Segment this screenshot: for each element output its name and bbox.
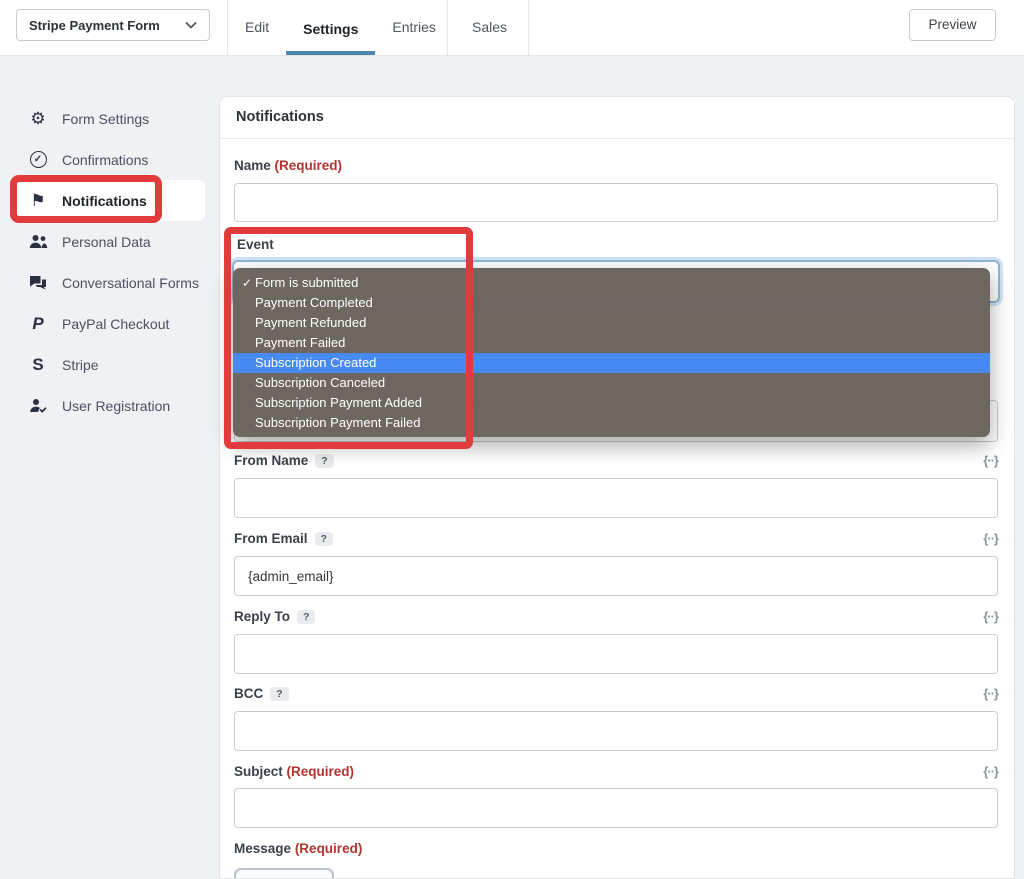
panel-title: Notifications xyxy=(236,109,324,125)
dropdown-option-payment-failed[interactable]: Payment Failed xyxy=(233,333,990,353)
dropdown-option-payment-completed[interactable]: Payment Completed xyxy=(233,293,990,313)
sidebar-item-label: Conversational Forms xyxy=(62,274,199,291)
sidebar-item-label: User Registration xyxy=(62,397,171,414)
flag-icon: ⚑ xyxy=(30,190,46,210)
from-name-label: From Name? xyxy=(234,453,334,468)
dropdown-option-subscription-canceled[interactable]: Subscription Canceled xyxy=(233,373,990,393)
required-indicator: (Required) xyxy=(274,158,343,173)
sidebar-item-notifications[interactable]: ⚑ Notifications xyxy=(12,180,205,221)
subject-label: Subject (Required) xyxy=(234,764,355,779)
reply-to-label: Reply To? xyxy=(234,609,316,624)
bcc-input[interactable] xyxy=(234,711,998,751)
chat-icon xyxy=(28,275,48,290)
check-circle-icon: ✓ xyxy=(28,151,48,168)
chevron-down-icon xyxy=(185,21,197,29)
tab-settings[interactable]: Settings xyxy=(286,0,376,55)
topbar-divider xyxy=(447,0,448,55)
smart-tags-icon[interactable]: {··} xyxy=(983,609,999,624)
dropdown-option-payment-refunded[interactable]: Payment Refunded xyxy=(233,313,990,333)
gear-icon: ⚙ xyxy=(30,108,46,128)
dropdown-option-subscription-payment-added[interactable]: Subscription Payment Added xyxy=(233,393,990,413)
name-label: Name (Required) xyxy=(234,158,343,173)
event-dropdown-menu: ✓ Form is submitted Payment Completed Pay… xyxy=(233,268,990,437)
sidebar-item-personal-data[interactable]: Personal Data xyxy=(12,221,212,262)
topbar-divider xyxy=(528,0,529,55)
form-selector-label: Stripe Payment Form xyxy=(29,17,160,33)
help-icon[interactable]: ? xyxy=(297,610,316,624)
preview-button[interactable]: Preview xyxy=(909,9,996,41)
sidebar-item-label: Notifications xyxy=(62,192,147,209)
tab-edit[interactable]: Edit xyxy=(228,0,286,55)
sidebar-item-paypal-checkout[interactable]: P PayPal Checkout xyxy=(12,303,212,344)
required-indicator: (Required) xyxy=(294,841,363,856)
sidebar-item-user-registration[interactable]: User Registration xyxy=(12,385,212,426)
sidebar-item-label: Personal Data xyxy=(62,233,151,250)
sidebar-item-label: Confirmations xyxy=(62,151,149,168)
tab-entries[interactable]: Entries xyxy=(375,0,453,55)
top-bar: Stripe Payment Form Edit Settings Entrie… xyxy=(0,0,1024,56)
sidebar-item-confirmations[interactable]: ✓ Confirmations xyxy=(12,139,212,180)
smart-tags-icon[interactable]: {··} xyxy=(983,764,999,779)
subject-input[interactable] xyxy=(234,788,998,828)
user-check-icon xyxy=(28,398,48,413)
tab-sales[interactable]: Sales xyxy=(455,0,524,55)
sidebar-item-label: PayPal Checkout xyxy=(62,315,170,332)
dropdown-option-subscription-payment-failed[interactable]: Subscription Payment Failed xyxy=(233,413,990,433)
notifications-panel: Notifications Name (Required) Event From… xyxy=(219,96,1015,879)
message-toolbar-button[interactable] xyxy=(234,868,334,878)
dropdown-option-form-is-submitted[interactable]: ✓ Form is submitted xyxy=(233,273,990,293)
sidebar-item-label: Form Settings xyxy=(62,110,150,127)
sidebar-item-stripe[interactable]: S Stripe xyxy=(12,344,212,385)
bcc-label: BCC? xyxy=(234,686,289,701)
settings-sidebar: ⚙ Form Settings ✓ Confirmations ⚑ Notifi… xyxy=(12,98,212,426)
stripe-icon: S xyxy=(32,354,44,374)
dropdown-option-subscription-created[interactable]: Subscription Created xyxy=(233,353,990,373)
reply-to-input[interactable] xyxy=(234,634,998,674)
paypal-icon: P xyxy=(32,313,44,333)
form-selector-dropdown[interactable]: Stripe Payment Form xyxy=(16,9,210,41)
help-icon[interactable]: ? xyxy=(315,454,334,468)
check-icon: ✓ xyxy=(242,276,253,290)
help-icon[interactable]: ? xyxy=(270,687,289,701)
panel-header: Notifications xyxy=(220,97,1014,139)
help-icon[interactable]: ? xyxy=(314,532,333,546)
from-email-input[interactable] xyxy=(234,556,998,596)
from-email-label: From Email? xyxy=(234,531,333,546)
sidebar-item-conversational-forms[interactable]: Conversational Forms xyxy=(12,262,212,303)
builder-tabs: Edit Settings Entries xyxy=(228,0,453,55)
required-indicator: (Required) xyxy=(286,764,355,779)
smart-tags-icon[interactable]: {··} xyxy=(983,453,999,468)
message-label: Message (Required) xyxy=(234,841,363,856)
name-input[interactable] xyxy=(234,183,998,222)
sidebar-item-label: Stripe xyxy=(62,356,99,373)
from-name-input[interactable] xyxy=(234,478,998,518)
users-icon xyxy=(28,234,48,249)
sidebar-item-form-settings[interactable]: ⚙ Form Settings xyxy=(12,98,212,139)
smart-tags-icon[interactable]: {··} xyxy=(983,686,999,701)
event-label: Event xyxy=(237,237,274,252)
smart-tags-icon[interactable]: {··} xyxy=(983,531,999,546)
